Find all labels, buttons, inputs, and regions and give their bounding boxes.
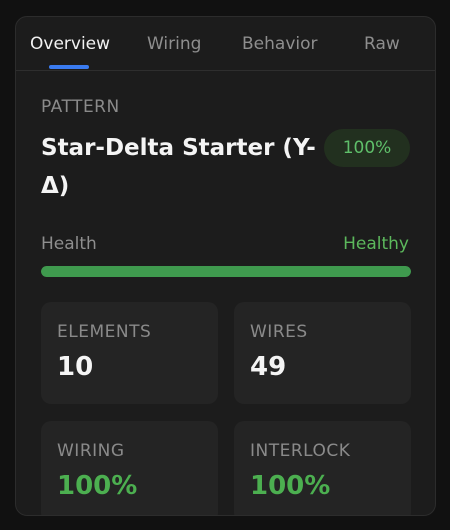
stat-value: 49 [250, 352, 287, 382]
tab-behavior[interactable]: Behavior [242, 34, 318, 54]
stat-card-wires: WIRES 49 [234, 302, 411, 404]
tab-overview[interactable]: Overview [30, 34, 110, 54]
tab-raw[interactable]: Raw [364, 34, 400, 54]
pattern-label: PATTERN [41, 97, 120, 117]
pattern-panel: Overview Wiring Behavior Raw PATTERN Sta… [15, 16, 436, 516]
health-bar-fill [41, 266, 411, 277]
health-label: Health [41, 234, 97, 254]
stat-value: 100% [250, 471, 331, 501]
stat-label: ELEMENTS [57, 322, 152, 342]
tab-bar: Overview Wiring Behavior Raw [16, 17, 435, 71]
stat-value: 100% [57, 471, 138, 501]
health-status: Healthy [343, 234, 409, 254]
tab-wiring[interactable]: Wiring [147, 34, 201, 54]
active-tab-indicator [49, 65, 89, 69]
stat-value: 10 [57, 352, 94, 382]
match-score-badge: 100% [324, 129, 410, 167]
stat-card-interlock: INTERLOCK 100% [234, 421, 411, 515]
stat-label: WIRES [250, 322, 308, 342]
stat-card-elements: ELEMENTS 10 [41, 302, 218, 404]
stat-card-wiring: WIRING 100% [41, 421, 218, 515]
health-bar [41, 266, 411, 277]
stat-label: INTERLOCK [250, 441, 351, 461]
stat-label: WIRING [57, 441, 125, 461]
pattern-title: Star-Delta Starter (Y-Δ) [41, 135, 316, 199]
